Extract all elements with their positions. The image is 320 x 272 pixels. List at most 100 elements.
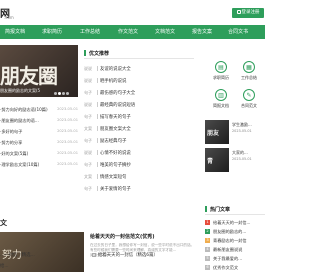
- panel-header: 优文推荐: [84, 49, 194, 59]
- rank-badge: 4: [205, 247, 210, 252]
- thumb-date: 2023-05-01: [232, 157, 252, 161]
- nav-item[interactable]: 报告文案: [192, 25, 212, 39]
- nav-item[interactable]: 求职简历: [42, 25, 62, 39]
- list-item[interactable]: 给着天天的一封信（精选6篇）: [92, 252, 158, 262]
- item-category: 句子: [84, 114, 92, 119]
- list-item-title: ·多好的句子: [0, 129, 23, 134]
- thumb-title: 大家的...: [232, 150, 248, 155]
- hot-item-title: 青春励志的一封信: [213, 238, 247, 243]
- login-register-label: 登录注册: [241, 10, 260, 15]
- carousel-dot[interactable]: [66, 92, 69, 95]
- carousel-dot[interactable]: [62, 92, 65, 95]
- item-category: 说说: [84, 78, 92, 83]
- nav-item[interactable]: 简报文档: [5, 25, 25, 39]
- nav-item[interactable]: 合同文书: [228, 25, 248, 39]
- quick-link-label: 合同范文: [241, 103, 257, 108]
- list-item[interactable]: ·好的文案(5篇) 2023-05-01: [0, 149, 78, 159]
- rank-badge: 1: [205, 220, 210, 225]
- item-title: 晒手机的说说: [100, 79, 127, 84]
- divider: [97, 174, 98, 179]
- divider: [97, 114, 98, 119]
- quick-link-label: 简报文档: [213, 103, 229, 108]
- list-item[interactable]: ·多好的句子 2023-05-01: [0, 127, 78, 137]
- recommended-item[interactable]: 句子 关于爱情的句子: [84, 183, 194, 195]
- recommended-item[interactable]: 句子 唯美的句子摘抄: [84, 159, 194, 171]
- sidebar-thumb-card[interactable]: 青 大家的... 2023-05-01: [205, 148, 265, 174]
- document-icon: ▤: [215, 61, 227, 73]
- list-item[interactable]: ·努力向好的励志语(10篇) 2023-05-01: [0, 105, 78, 115]
- divider: [97, 186, 98, 191]
- list-item[interactable]: ·朋友圈的励志的语... 2023-05-01: [0, 116, 78, 126]
- quick-link[interactable]: ✎ 合同范文: [237, 89, 261, 109]
- item-category: 说说: [84, 150, 92, 155]
- recommended-item[interactable]: 说说 心情不好的说说: [84, 147, 194, 159]
- item-category: 句子: [84, 90, 92, 95]
- quick-link[interactable]: ▦ 工作总结: [237, 61, 261, 81]
- recommended-item[interactable]: 句子 最伤感的句子大全: [84, 87, 194, 99]
- carousel-dot-active[interactable]: [58, 92, 61, 95]
- document-icon: [92, 252, 96, 257]
- site-logo-sub: .com: [4, 15, 14, 20]
- recommended-item[interactable]: 说说 晒手机的说说: [84, 75, 194, 87]
- list-item-date: 2023-05-01: [57, 107, 78, 111]
- list-item[interactable]: ...一封信（精选...: [0, 252, 35, 262]
- item-title: 关于爱情的句子: [100, 187, 131, 192]
- carousel-dots: [54, 91, 70, 97]
- list-item-title: ·朋友圈的励志的语...: [0, 118, 39, 123]
- nav-item[interactable]: 工作总结: [80, 25, 100, 39]
- list-item-title: ·理学励志文案(10篇): [0, 162, 40, 167]
- nav-item[interactable]: 作文范文: [118, 25, 138, 39]
- recommended-item[interactable]: 句子 描写春天的句子: [84, 111, 194, 123]
- item-title: 友谊的说说大全: [100, 67, 131, 72]
- quick-link[interactable]: ▥ 简报文档: [209, 89, 233, 109]
- panel-accent-bar: [84, 50, 86, 56]
- quick-link-label: 工作总结: [241, 75, 257, 80]
- pen-icon: ✎: [243, 89, 255, 101]
- hot-header: 热门文章: [205, 205, 265, 215]
- banner-text: 朋友圈: [0, 64, 58, 88]
- thumb-image: 青: [205, 148, 229, 172]
- list-item-date: 2023-05-01: [57, 151, 78, 155]
- main-nav: 简报文档 求职简历 工作总结 作文范文 文档范文 报告文案 合同文书: [0, 25, 265, 39]
- list-item[interactable]: ·努力的分享 2023-05-01: [0, 138, 78, 148]
- hot-item-title: 最新朋友圈说说: [213, 247, 243, 252]
- carousel-dot[interactable]: [54, 92, 57, 95]
- list-item-date: 2023-05-01: [57, 129, 78, 133]
- top-header: 网 .com 登录注册: [0, 0, 265, 22]
- banner-caption: 朋友圈的励志的文案(5: [0, 88, 41, 93]
- list-item[interactable]: ·理学励志文案(10篇) 2023-05-01: [0, 160, 78, 170]
- item-title: 描写春天的句子: [100, 115, 131, 120]
- hot-item[interactable]: 6 优秀作文范文: [205, 263, 265, 272]
- recommended-item[interactable]: 说说 最经典的说说短语: [84, 99, 194, 111]
- sidebar-thumb-card[interactable]: 朋友 学生激励... 2023-05-01: [205, 120, 265, 146]
- report-icon: ▥: [215, 89, 227, 101]
- nav-item[interactable]: 文档范文: [155, 25, 175, 39]
- item-title: 情感文案短句: [100, 175, 127, 180]
- item-category: 文案: [84, 174, 92, 179]
- divider: [97, 78, 98, 83]
- login-register-button[interactable]: 登录注册: [232, 8, 264, 18]
- hero-banner[interactable]: 朋友圈 朋友圈的励志的文案(5: [0, 45, 78, 97]
- item-title: 最经典的说说短语: [100, 103, 136, 108]
- feature-title[interactable]: 给着天天的一封信范文(优秀): [90, 233, 155, 240]
- hot-item-title: 优秀作文范文: [213, 265, 239, 270]
- rank-badge: 5: [205, 256, 210, 261]
- list-item-title: ·努力的分享: [0, 140, 23, 145]
- item-title: 心情不好的说说: [100, 151, 131, 156]
- divider: [97, 150, 98, 155]
- thumb-image-text: 青: [207, 158, 214, 165]
- item-category: 句子: [84, 186, 92, 191]
- recommended-item[interactable]: 句子 励志经典句子: [84, 135, 194, 147]
- recommended-panel: 优文推荐 说说 友谊的说说大全 说说 晒手机的说说 句子 最伤感的句子大全 说说 最经典…: [84, 45, 194, 205]
- recommended-item[interactable]: 文案 朋友圈文案大全: [84, 123, 194, 135]
- list-item-title: ·好的文案(5篇): [0, 151, 29, 156]
- hot-title: 热门文章: [210, 207, 231, 213]
- thumb-title: 学生激励...: [232, 122, 252, 127]
- list-item-date: 2023-05-01: [57, 162, 78, 166]
- list-item[interactable]: 给...: [0, 263, 9, 272]
- recommended-item[interactable]: 文案 情感文案短句: [84, 171, 194, 183]
- quick-link[interactable]: ▤ 求职简历: [209, 61, 233, 81]
- rank-badge: 2: [205, 229, 210, 234]
- list-item-date: 2023-05-01: [57, 140, 78, 144]
- recommended-item[interactable]: 说说 友谊的说说大全: [84, 63, 194, 75]
